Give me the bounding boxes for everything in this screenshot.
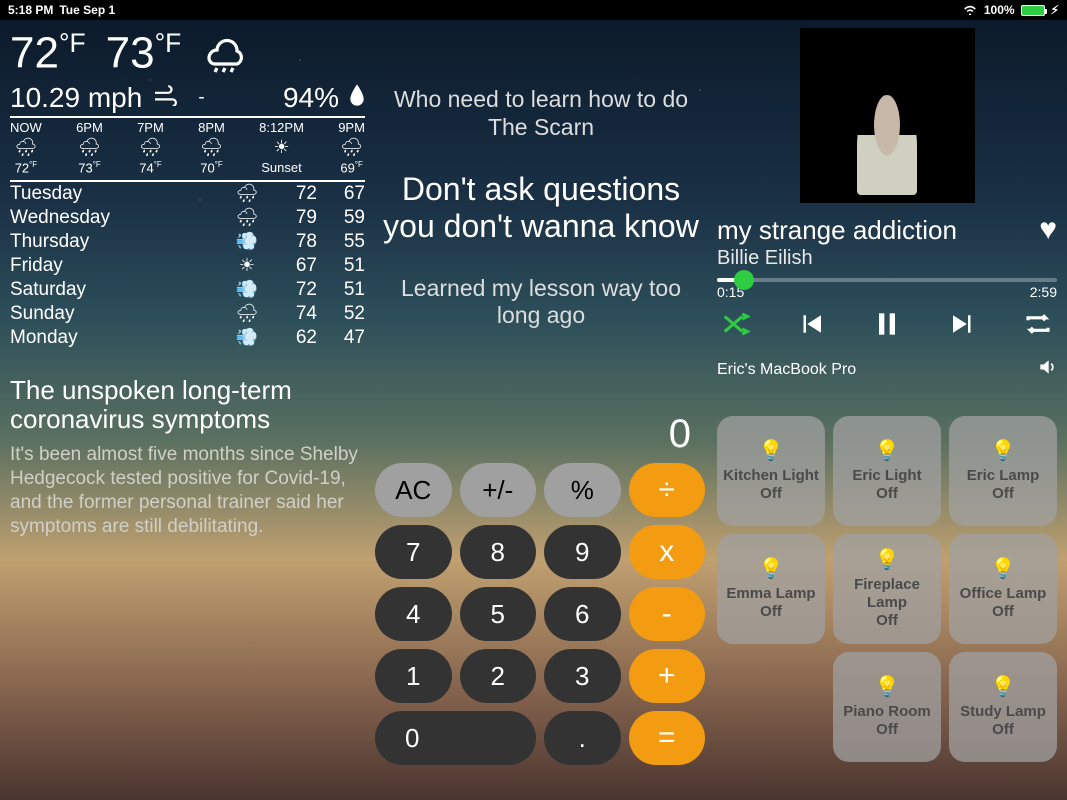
calc-0-button[interactable]: 0 <box>375 711 536 765</box>
calc-decimal-button[interactable]: . <box>544 711 621 765</box>
calc-3-button[interactable]: 3 <box>544 649 621 703</box>
tile-study-lamp[interactable]: 💡Study LampOff <box>949 652 1057 762</box>
sun-icon: ☀ <box>227 255 267 276</box>
status-bar: 5:18 PM Tue Sep 1 100% ⚡︎ <box>0 0 1067 20</box>
tile-fireplace-lamp[interactable]: 💡Fireplace LampOff <box>833 534 941 644</box>
humidity-icon <box>349 84 365 112</box>
daily-forecast: Tuesday🌧7267 Wednesday🌧7959 Thursday💨785… <box>10 182 365 350</box>
news-headline: The unspoken long-term coronavirus sympt… <box>10 376 365 436</box>
sunset-icon: ☀ <box>259 135 304 160</box>
calc-2-button[interactable]: 2 <box>460 649 537 703</box>
rain-icon: 🌧 <box>227 303 267 324</box>
tile-office-lamp[interactable]: 💡Office LampOff <box>949 534 1057 644</box>
humidity: 94% <box>283 82 339 114</box>
lyric-previous: Who need to learn how to do The Scarn <box>383 86 699 141</box>
battery-icon <box>1021 5 1045 16</box>
favorite-icon[interactable]: ♥ <box>1039 213 1057 247</box>
rain-icon: 🌧 <box>137 135 164 160</box>
pause-icon[interactable] <box>871 308 903 347</box>
lightbulb-icon: 💡 <box>991 557 1016 581</box>
rain-icon: 🌧 <box>338 135 365 160</box>
lyric-next: Learned my lesson way too long ago <box>383 275 699 330</box>
weather-condition-icon <box>201 28 249 86</box>
wind-icon: 💨 <box>227 327 267 348</box>
music-widget[interactable]: my strange addiction ♥ Billie Eilish 0:1… <box>717 28 1057 538</box>
wind-icon: 💨 <box>227 279 267 300</box>
track-title: my strange addiction <box>717 215 1031 246</box>
volume-icon[interactable] <box>1037 357 1057 382</box>
news-body: It's been almost five months since Shelb… <box>10 443 365 538</box>
tile-emma-lamp[interactable]: 💡Emma LampOff <box>717 534 825 644</box>
charging-icon: ⚡︎ <box>1051 3 1059 17</box>
calc-5-button[interactable]: 5 <box>460 587 537 641</box>
artist-name: Billie Eilish <box>717 247 1057 270</box>
news-widget[interactable]: The unspoken long-term coronavirus sympt… <box>10 376 365 539</box>
current-temp: 72°F <box>10 28 86 79</box>
tile-piano-room[interactable]: 💡Piano RoomOff <box>833 652 941 762</box>
calc-subtract-button[interactable]: - <box>629 587 706 641</box>
wind-icon <box>152 84 180 112</box>
rain-icon: 🌧 <box>227 207 267 228</box>
feels-like-temp: 73°F <box>106 28 182 79</box>
playback-progress[interactable]: 0:15 2:59 <box>717 278 1057 300</box>
next-track-icon[interactable] <box>948 309 978 346</box>
lightbulb-icon: 💡 <box>991 675 1016 699</box>
rain-icon: 🌧 <box>198 135 225 160</box>
hourly-forecast: NOW🌧72°F 6PM🌧73°F 7PM🌧74°F 8PM🌧70°F 8:12… <box>10 118 365 182</box>
calc-6-button[interactable]: 6 <box>544 587 621 641</box>
wind-icon: 💨 <box>227 231 267 252</box>
rain-icon: 🌧 <box>10 135 42 160</box>
previous-track-icon[interactable] <box>796 309 826 346</box>
progress-thumb[interactable] <box>734 270 754 290</box>
lyrics-widget[interactable]: Who need to learn how to do The Scarn Do… <box>373 28 709 538</box>
repeat-icon[interactable] <box>1023 309 1053 346</box>
lightbulb-icon: 💡 <box>759 557 784 581</box>
album-art[interactable] <box>800 28 975 203</box>
wind-speed: 10.29 mph <box>10 82 142 114</box>
playback-device[interactable]: Eric's MacBook Pro <box>717 361 856 379</box>
rain-icon: 🌧 <box>227 183 267 204</box>
shuffle-icon[interactable] <box>721 309 751 346</box>
time-duration: 2:59 <box>1030 284 1057 300</box>
wifi-icon <box>962 3 978 18</box>
rain-icon: 🌧 <box>76 135 103 160</box>
lyric-current: Don't ask questions you don't wanna know <box>383 171 699 245</box>
lightbulb-icon: 💡 <box>875 675 900 699</box>
calc-equals-button[interactable]: = <box>629 711 706 765</box>
calc-add-button[interactable]: + <box>629 649 706 703</box>
battery-percentage: 100% <box>984 3 1015 17</box>
status-time: 5:18 PM <box>8 3 53 17</box>
status-date: Tue Sep 1 <box>59 3 115 17</box>
calc-1-button[interactable]: 1 <box>375 649 452 703</box>
weather-widget[interactable]: 72°F 73°F 10.29 mph - 94% NOW🌧72°F 6 <box>10 28 365 350</box>
calc-4-button[interactable]: 4 <box>375 587 452 641</box>
lightbulb-icon: 💡 <box>875 548 900 572</box>
